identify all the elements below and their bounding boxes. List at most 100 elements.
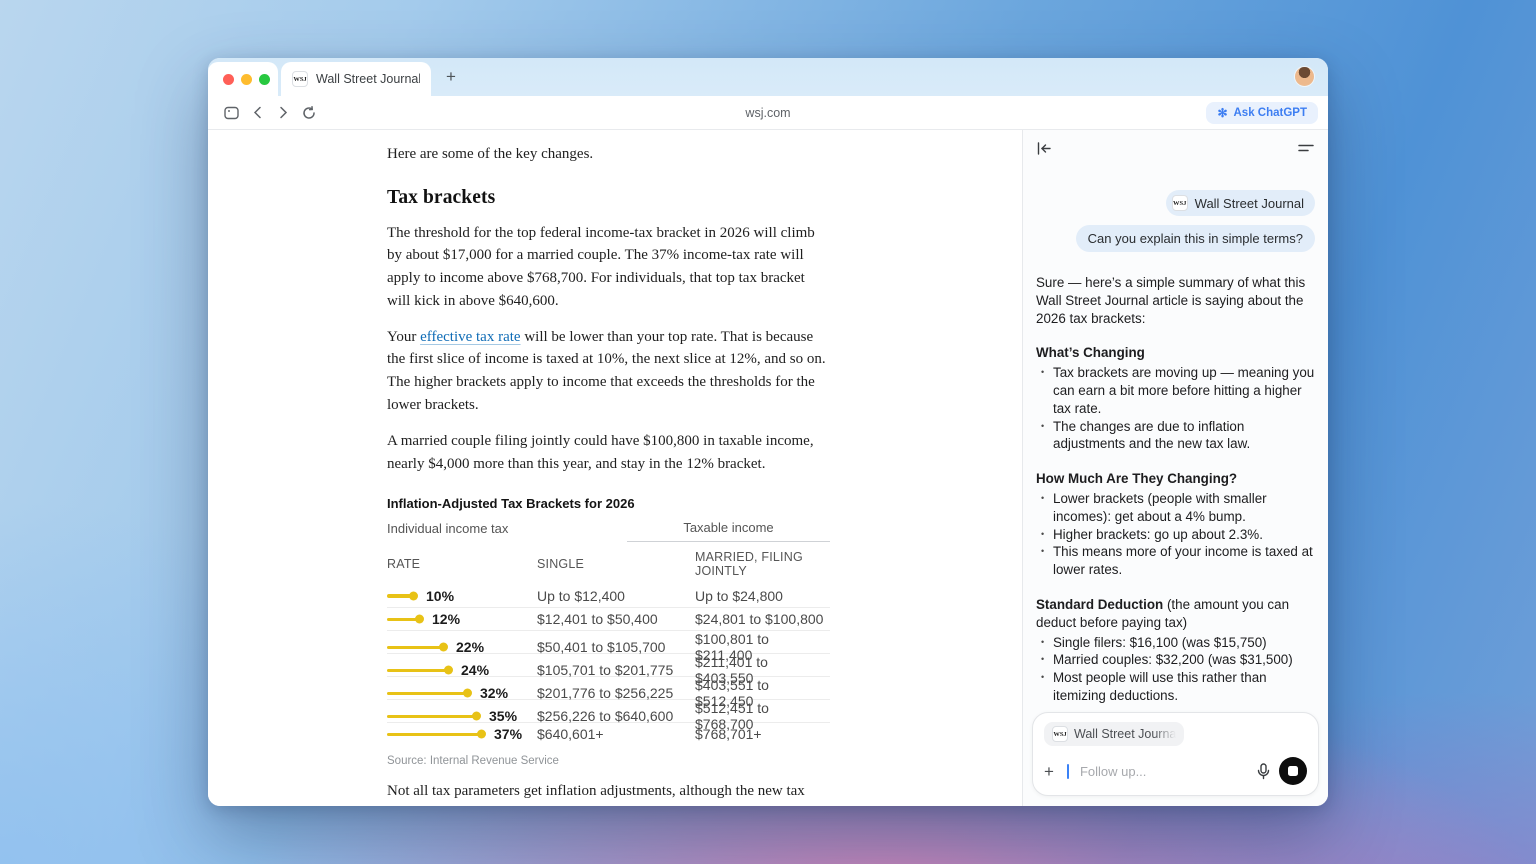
profile-avatar[interactable] — [1295, 67, 1314, 86]
rate-bar — [387, 733, 481, 737]
address-url[interactable]: wsj.com — [745, 106, 790, 120]
window-controls — [208, 62, 278, 96]
section-title: Standard Deduction — [1036, 597, 1163, 612]
openai-logo-icon: ✻ — [1217, 107, 1227, 119]
reply-section: Standard Deduction (the amount you can d… — [1036, 596, 1315, 705]
browser-window: WSJ Wall Street Journal + — [208, 58, 1328, 806]
followup-input[interactable]: Follow up... — [1080, 764, 1248, 779]
reload-icon[interactable] — [296, 101, 322, 125]
figure-group-label-left: Individual income tax — [387, 521, 627, 542]
single-range: $12,401 to $50,400 — [537, 611, 695, 627]
rate-label: 24% — [461, 662, 489, 678]
wsj-favicon: WSJ — [292, 71, 308, 87]
figure-row: 24%$105,701 to $201,775$211,401 to $403,… — [387, 653, 830, 676]
figure-row: 37% $640,601+$768,701+ — [387, 722, 830, 745]
desktop-wallpaper: WSJ Wall Street Journal + — [0, 0, 1536, 864]
section-bullet: Higher brackets: go up about 2.3%. — [1036, 526, 1315, 544]
microphone-icon[interactable] — [1257, 763, 1270, 780]
back-icon[interactable] — [244, 101, 270, 125]
article-paragraph: Your effective tax rate will be lower th… — [387, 326, 830, 417]
reply-section: How Much Are They Changing? Lower bracket… — [1036, 470, 1315, 579]
section-bullet: Single filers: $16,100 (was $15,750) — [1036, 634, 1315, 652]
wsj-favicon: WSJ — [1172, 195, 1188, 211]
user-context-chip[interactable]: WSJ Wall Street Journal — [1166, 190, 1315, 216]
section-bullet: Most people will use this rather than it… — [1036, 669, 1315, 705]
tax-brackets-figure: Inflation-Adjusted Tax Brackets for 2026… — [387, 496, 830, 767]
chat-transcript: WSJ Wall Street Journal Can you explain … — [1023, 166, 1328, 706]
chat-composer[interactable]: WSJ Wall Street Journal + Follow up... — [1032, 712, 1319, 796]
married-range: $768,701+ — [695, 726, 830, 742]
reply-section: What’s Changing Tax brackets are moving u… — [1036, 344, 1315, 453]
collapse-sidebar-icon[interactable] — [1037, 142, 1052, 155]
figure-group-label-right: Taxable income — [627, 520, 830, 542]
user-message-bubble: Can you explain this in simple terms? — [1076, 225, 1315, 252]
tab-strip: WSJ Wall Street Journal + — [208, 58, 1328, 96]
figure-source: Source: Internal Revenue Service — [387, 755, 830, 767]
section-title: How Much Are They Changing? — [1036, 471, 1237, 486]
article-body: Here are some of the key changes. Tax br… — [387, 130, 830, 806]
figure-row: 10% Up to $12,400Up to $24,800 — [387, 584, 830, 607]
minimize-window-button[interactable] — [241, 74, 252, 85]
married-range: $24,801 to $100,800 — [695, 611, 830, 627]
composer-context-chip[interactable]: WSJ Wall Street Journal — [1044, 722, 1184, 746]
section-title: What’s Changing — [1036, 345, 1145, 360]
rate-bar — [387, 594, 413, 598]
sidebar-toggle-icon[interactable] — [218, 101, 244, 125]
single-range: $201,776 to $256,225 — [537, 685, 695, 701]
assistant-intro: Sure — here’s a simple summary of what t… — [1036, 274, 1315, 327]
stop-generating-button[interactable] — [1279, 757, 1307, 785]
single-range: $640,601+ — [537, 726, 695, 742]
effective-tax-rate-link[interactable]: effective tax rate — [420, 329, 521, 345]
close-window-button[interactable] — [223, 74, 234, 85]
ask-chatgpt-button[interactable]: ✻ Ask ChatGPT — [1206, 102, 1318, 124]
tab-wall-street-journal[interactable]: WSJ Wall Street Journal — [281, 62, 431, 96]
section-bullet: This means more of your income is taxed … — [1036, 543, 1315, 579]
figure-row: 12% $12,401 to $50,400$24,801 to $100,800 — [387, 607, 830, 630]
maximize-window-button[interactable] — [259, 74, 270, 85]
assistant-reply: Sure — here’s a simple summary of what t… — [1036, 274, 1315, 706]
rate-label: 12% — [432, 611, 460, 627]
married-range: Up to $24,800 — [695, 588, 830, 604]
rate-bar — [387, 618, 419, 622]
single-range: $105,701 to $201,775 — [537, 662, 695, 678]
rate-bar — [387, 715, 476, 719]
single-range: $256,226 to $640,600 — [537, 708, 695, 724]
rate-bar — [387, 692, 467, 696]
figure-title: Inflation-Adjusted Tax Brackets for 2026 — [387, 496, 830, 511]
article-paragraph: A married couple filing jointly could ha… — [387, 430, 830, 476]
article-paragraph: Here are some of the key changes. — [387, 143, 830, 166]
section-bullet: Lower brackets (people with smaller inco… — [1036, 490, 1315, 526]
single-range: $50,401 to $105,700 — [537, 639, 695, 655]
attach-plus-icon[interactable]: + — [1044, 763, 1054, 780]
single-range: Up to $12,400 — [537, 588, 695, 604]
stop-icon — [1288, 766, 1298, 776]
article-paragraph: The threshold for the top federal income… — [387, 222, 830, 313]
rate-label: 35% — [489, 708, 517, 724]
chat-menu-icon[interactable] — [1298, 143, 1314, 153]
article-heading-tax-brackets: Tax brackets — [387, 187, 830, 209]
figure-column-headers: RATE SINGLE MARRIED, FILING JOINTLY — [387, 550, 830, 584]
sidebar-header — [1023, 130, 1328, 166]
wsj-favicon: WSJ — [1052, 726, 1068, 742]
web-page: Here are some of the key changes. Tax br… — [208, 130, 1022, 806]
section-bullet: Married couples: $32,200 (was $31,500) — [1036, 651, 1315, 669]
tab-title: Wall Street Journal — [316, 72, 420, 86]
figure-rows: 10% Up to $12,400Up to $24,800 12% $12,401 … — [387, 584, 830, 745]
new-tab-button[interactable]: + — [440, 66, 462, 88]
figure-row: 22%$50,401 to $105,700$100,801 to $211,4… — [387, 630, 830, 653]
rate-label: 32% — [480, 685, 508, 701]
rate-label: 22% — [456, 639, 484, 655]
rate-label: 10% — [426, 588, 454, 604]
forward-icon[interactable] — [270, 101, 296, 125]
figure-row: 32%$201,776 to $256,225$403,551 to $512,… — [387, 676, 830, 699]
rate-label: 37% — [494, 726, 522, 742]
rate-bar — [387, 646, 443, 650]
section-bullet: Tax brackets are moving up — meaning you… — [1036, 364, 1315, 417]
chatgpt-sidebar: WSJ Wall Street Journal Can you explain … — [1022, 130, 1328, 806]
rate-bar — [387, 669, 448, 673]
section-bullet: The changes are due to inflation adjustm… — [1036, 418, 1315, 454]
figure-row: 35%$256,226 to $640,600$512,451 to $768,… — [387, 699, 830, 722]
text-caret — [1067, 764, 1069, 779]
browser-toolbar: wsj.com ✻ Ask ChatGPT — [208, 96, 1328, 130]
article-paragraph: Not all tax parameters get inflation adj… — [387, 780, 830, 806]
